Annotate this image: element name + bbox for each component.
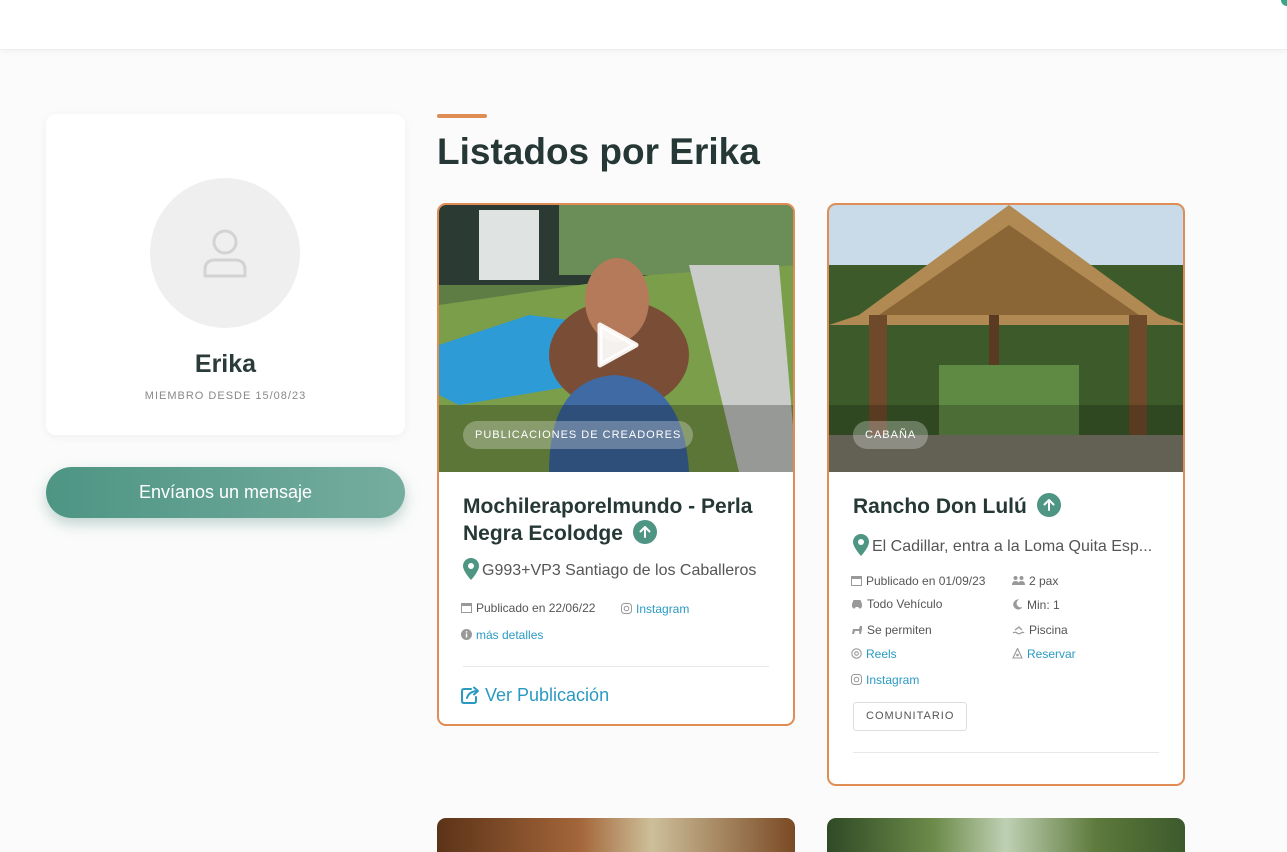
listing-video-thumbnail[interactable]: PUBLICACIONES DE CREADORES [439,205,793,472]
corner-indicator [1281,0,1287,6]
instagram-link[interactable]: Instagram [621,602,689,616]
instagram-icon [621,603,632,614]
listing-card-image-partial[interactable] [827,818,1185,852]
heading-accent-line [437,114,487,118]
car-icon [852,600,862,609]
map-pin-icon [853,534,869,556]
calendar-icon [851,576,862,586]
member-since: MIEMBRO DESDE 15/08/23 [144,390,307,402]
instagram-link[interactable]: Instagram [851,673,919,687]
at-icon [851,648,862,659]
user-icon [203,229,247,278]
card-divider [853,752,1159,753]
calendar-icon [461,603,472,613]
listing-title[interactable]: Mochileraporelmundo - Perla Negra Ecolod… [463,493,783,547]
minimum-nights: Min: 1 [1012,598,1060,612]
community-tag-button[interactable]: COMUNITARIO [853,702,968,731]
listing-card[interactable]: CABAÑA Rancho Don Lulú El Cadillar, entr… [827,203,1185,786]
listing-location: El Cadillar, entra a la Loma Quita Esp..… [853,534,1173,556]
listing-card-image-partial[interactable] [437,818,795,852]
listing-category-badge: CABAÑA [853,421,929,449]
view-post-link[interactable]: Ver Publicación [461,685,609,706]
info-icon [461,629,472,640]
map-pin-icon [463,558,479,580]
pool-amenity: Piscina [1012,623,1068,637]
listing-photo[interactable]: CABAÑA [829,205,1183,472]
published-date: Publicado en 01/09/23 [851,574,985,588]
moon-icon [1013,599,1023,610]
share-icon [461,686,479,704]
more-details-link[interactable]: más detalles [461,628,543,642]
top-navbar [0,0,1287,50]
up-arrow-icon [1036,493,1061,517]
profile-card: Erika MIEMBRO DESDE 15/08/23 [46,114,405,435]
profile-name: Erika [194,350,257,378]
pets-policy: Se permiten [851,623,932,637]
avatar [150,178,300,328]
pet-icon [852,626,862,634]
listing-title[interactable]: Rancho Don Lulú [853,493,1173,520]
listing-category-badge: PUBLICACIONES DE CREADORES [463,421,694,449]
up-arrow-icon [632,520,657,544]
guest-capacity: 2 pax [1012,574,1058,588]
page-title: Listados por Erika [437,131,760,172]
listing-location: G993+VP3 Santiago de los Caballeros [463,558,756,580]
vehicle-access: Todo Vehículo [851,597,942,611]
instagram-icon [851,674,862,685]
reserve-icon [1012,648,1023,659]
people-icon [1012,576,1025,585]
reels-link[interactable]: Reels [851,647,897,661]
published-date: Publicado en 22/06/22 [461,601,595,615]
play-icon[interactable] [596,321,640,369]
reserve-link[interactable]: Reservar [1012,647,1076,661]
pool-icon [1012,626,1025,635]
card-divider [463,666,769,667]
send-message-button[interactable]: Envíanos un mensaje [46,467,405,518]
listing-card[interactable]: PUBLICACIONES DE CREADORES Mochilerapore… [437,203,795,726]
